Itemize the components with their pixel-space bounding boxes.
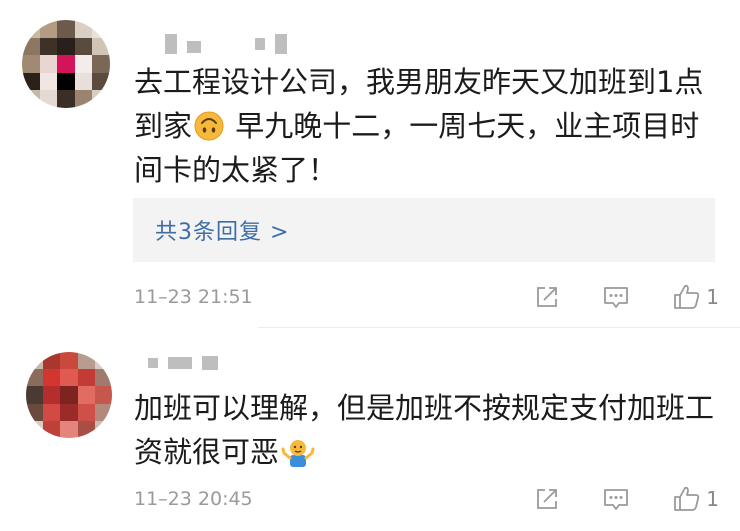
like-count: 1: [706, 285, 719, 309]
username-mosaic: [255, 38, 265, 50]
comment-item: 去工程设计公司，我男朋友昨天又加班到1点 到家 早九晚十二，一周七天，业主项目时…: [0, 0, 740, 328]
shrug-emoji: [281, 435, 315, 467]
avatar[interactable]: [22, 20, 110, 108]
like-icon: [674, 486, 700, 511]
comment-actions: 1: [534, 283, 719, 311]
comment-text: 加班可以理解，但是加班不按规定支付加班工 资就很可恶: [134, 391, 715, 469]
share-icon: [537, 287, 558, 307]
like-button[interactable]: 1: [672, 485, 719, 513]
comment-meta: 11–23 20:45 1: [134, 484, 719, 514]
username-mosaic: [202, 356, 218, 370]
share-icon: [537, 489, 558, 509]
comment-text: 去工程设计公司，我男朋友昨天又加班到1点 到家 早九晚十二，一周七天，业主项目时…: [134, 65, 704, 187]
upside-down-face-emoji: [194, 109, 224, 141]
comment-meta: 11–23 21:51 1: [134, 282, 719, 312]
username[interactable]: [165, 34, 297, 54]
like-count: 1: [706, 487, 719, 511]
username[interactable]: [148, 356, 228, 370]
comment-button[interactable]: [602, 486, 630, 512]
username-mosaic: [148, 358, 158, 368]
share-button[interactable]: [534, 284, 560, 310]
timestamp: 11–23 21:51: [134, 286, 253, 308]
comment-button[interactable]: [602, 284, 630, 310]
comment-icon: [604, 287, 629, 308]
comment-item: 加班可以理解，但是加班不按规定支付加班工 资就很可恶 11–23 20:45 1: [0, 328, 740, 531]
timestamp: 11–23 20:45: [134, 488, 253, 510]
username-mosaic: [165, 34, 177, 54]
username-mosaic: [275, 34, 287, 54]
comment-actions: 1: [534, 485, 719, 513]
view-replies-link[interactable]: 共3条回复 >: [155, 214, 289, 246]
comment-icon: [604, 489, 629, 510]
username-mosaic: [187, 41, 201, 53]
like-button[interactable]: 1: [672, 283, 719, 311]
avatar[interactable]: [26, 352, 112, 438]
like-icon: [674, 284, 700, 309]
share-button[interactable]: [534, 486, 560, 512]
replies-box[interactable]: 共3条回复 >: [133, 198, 715, 262]
username-mosaic: [168, 357, 192, 369]
